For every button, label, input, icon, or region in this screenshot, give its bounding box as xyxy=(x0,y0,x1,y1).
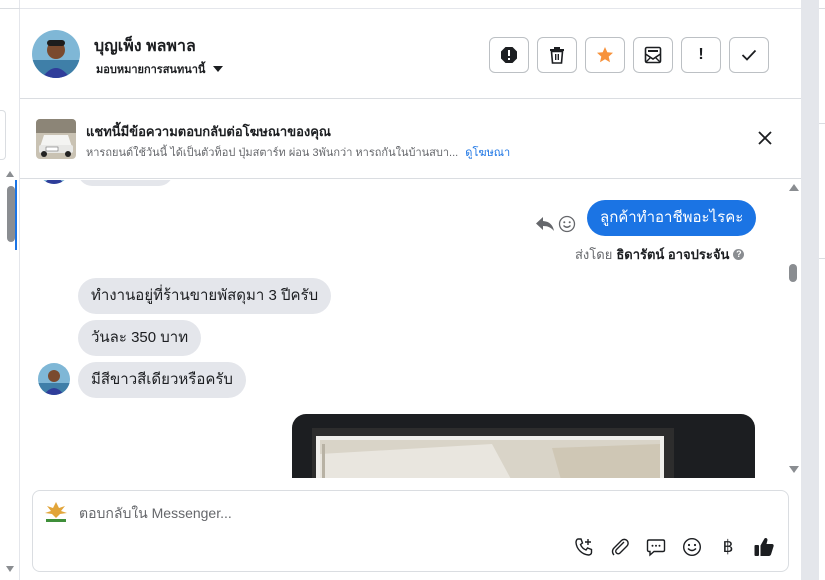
scroll-down-arrow[interactable] xyxy=(6,566,14,572)
saved-reply-button[interactable] xyxy=(645,536,667,558)
react-button[interactable] xyxy=(558,215,576,238)
attach-button[interactable] xyxy=(609,536,631,558)
delete-button[interactable] xyxy=(537,37,577,73)
assign-label: มอบหมายการสนทนานี้ xyxy=(96,64,206,76)
call-button[interactable] xyxy=(573,536,595,558)
divider xyxy=(819,8,825,9)
star-button[interactable] xyxy=(585,37,625,73)
assign-conversation-dropdown[interactable]: มอบหมายการสนทนานี้ xyxy=(96,60,224,78)
message-bubble-incoming[interactable]: วันละ 350 บาท xyxy=(78,320,202,356)
avatar[interactable] xyxy=(32,30,80,78)
right-panel-edge xyxy=(801,0,825,580)
sent-by-prefix: ส่งโดย xyxy=(575,247,613,262)
attachment-icon xyxy=(611,538,629,556)
agent-name: ธิดารัตน์ อาจประจัน xyxy=(616,247,730,262)
reply-icon xyxy=(536,217,554,231)
attached-photo-icon xyxy=(312,428,674,478)
view-ad-link[interactable]: ดูโฆษณา xyxy=(465,147,510,159)
emoji-button[interactable] xyxy=(681,536,703,558)
reply-input[interactable] xyxy=(79,503,679,523)
divider xyxy=(819,123,825,124)
thread-scrollbar-thumb[interactable] xyxy=(789,264,797,282)
like-icon xyxy=(754,538,774,556)
ad-banner-subtitle: หารถยนต์ใช้วันนี้ ได้เป็นตัวท็อป ปุ่มสตา… xyxy=(86,143,510,161)
ad-thumbnail[interactable] xyxy=(36,119,76,159)
divider xyxy=(819,258,825,259)
avatar[interactable] xyxy=(38,363,70,395)
selection-indicator xyxy=(15,180,17,250)
scroll-up-arrow[interactable] xyxy=(6,171,14,177)
check-icon xyxy=(741,49,757,61)
call-add-icon xyxy=(575,538,593,556)
messenger-inbox-window: บุญเพ็ง พลพาล มอบหมายการสนทนานี้ ! แชทนี… xyxy=(0,0,825,580)
message-bubble-incoming[interactable]: ทำงานอยู่ที่ร้านขายพัสดุมา 3 ปีครับ xyxy=(78,278,332,314)
payment-icon: ฿ xyxy=(722,537,734,556)
contact-photo-icon xyxy=(32,30,80,78)
exclamation-icon: ! xyxy=(698,46,704,63)
saved-reply-icon xyxy=(646,539,666,557)
mark-unread-icon xyxy=(644,46,662,64)
header-actions: ! xyxy=(489,37,769,73)
message-bubble-incoming[interactable]: มีสีขาวสีเดียวหรือครับ xyxy=(78,362,246,398)
star-icon xyxy=(597,47,613,63)
spam-button[interactable] xyxy=(489,37,529,73)
payment-button[interactable]: ฿ xyxy=(717,536,739,558)
conversation-panel: บุญเพ็ง พลพาล มอบหมายการสนทนานี้ ! แชทนี… xyxy=(20,0,801,580)
collapsed-tab[interactable] xyxy=(0,110,6,160)
like-button[interactable] xyxy=(753,536,775,558)
sent-by-label: ส่งโดย ธิดารัตน์ อาจประจัน ? xyxy=(575,244,745,265)
divider xyxy=(0,8,20,9)
message-bubble-outgoing[interactable]: ลูกค้าทำอาชีพอะไรคะ xyxy=(587,200,757,236)
ad-reply-banner: แชทนี้มีข้อความตอบกลับต่อโฆษณาของคุณ หาร… xyxy=(20,99,801,179)
help-icon[interactable]: ? xyxy=(733,249,745,260)
chevron-down-icon xyxy=(213,66,224,72)
ad-preview-text: หารถยนต์ใช้วันนี้ ได้เป็นตัวท็อป ปุ่มสตา… xyxy=(86,147,459,159)
page-logo xyxy=(42,500,70,524)
composer-tools: ฿ xyxy=(573,536,775,558)
panel-scroll-track[interactable] xyxy=(801,0,819,580)
ad-banner-title: แชทนี้มีข้อความตอบกลับต่อโฆษณาของคุณ xyxy=(86,124,331,139)
avatar xyxy=(38,180,70,184)
thread-scroll-up[interactable] xyxy=(789,184,799,191)
close-icon xyxy=(758,131,772,145)
left-panel-edge xyxy=(0,0,20,580)
message-bubble-partial xyxy=(78,180,173,186)
car-photo-icon xyxy=(36,119,76,159)
contact-name[interactable]: บุญเพ็ง พลพาล xyxy=(94,34,196,59)
mark-unread-button[interactable] xyxy=(633,37,673,73)
scrollbar-thumb[interactable] xyxy=(7,186,15,242)
reply-button[interactable] xyxy=(535,215,555,238)
trash-icon xyxy=(550,47,564,64)
emoji-icon xyxy=(682,537,702,557)
message-composer: ฿ xyxy=(32,490,789,572)
smile-icon xyxy=(558,215,576,233)
contact-photo-icon xyxy=(38,363,70,395)
page-logo-icon xyxy=(45,502,67,522)
conversation-header: บุญเพ็ง พลพาล มอบหมายการสนทนานี้ ! xyxy=(20,8,801,99)
mark-done-button[interactable] xyxy=(729,37,769,73)
spam-icon xyxy=(501,47,517,63)
message-thread: ลูกค้าทำอาชีพอะไรคะ ส่งโดย ธิดารัตน์ อาจ… xyxy=(20,180,801,478)
thread-scroll-down[interactable] xyxy=(789,466,799,473)
contact-photo-icon xyxy=(38,180,70,184)
image-attachment[interactable] xyxy=(292,414,755,478)
important-button[interactable]: ! xyxy=(681,37,721,73)
close-banner-button[interactable] xyxy=(756,129,774,147)
